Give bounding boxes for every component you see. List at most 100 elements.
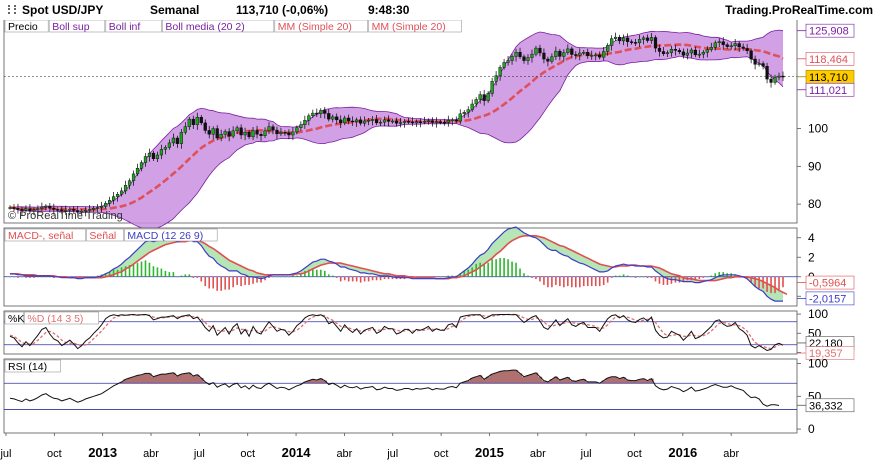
histogram-bar — [156, 267, 159, 277]
histogram-bar — [778, 276, 780, 290]
candle-body — [195, 117, 199, 125]
histogram-bar — [232, 276, 234, 288]
candle-body — [299, 124, 303, 129]
price-legend-entry-2: Boll inf — [109, 21, 141, 33]
histogram-bar — [622, 274, 625, 277]
histogram-bar — [168, 272, 171, 277]
histogram-bar — [184, 274, 187, 277]
candle-body — [697, 53, 701, 56]
candle-body — [633, 42, 638, 44]
candle-body — [777, 75, 781, 78]
candle-body — [558, 50, 562, 57]
histogram-bar — [355, 276, 358, 282]
histogram-bar — [638, 276, 641, 278]
histogram-bar — [220, 276, 222, 291]
candle-body — [430, 120, 434, 123]
header-grip-icon[interactable] — [8, 5, 16, 14]
candle-body — [394, 120, 399, 124]
candle-body — [502, 62, 506, 68]
time-tick-9: oct — [434, 448, 449, 460]
candle-body — [622, 37, 626, 42]
price-legend: Precio Boll sup Boll inf Boll media (20 2) M… — [4, 19, 462, 33]
candle-body — [418, 121, 423, 123]
rsi-y-axis-tick-0: 0 — [808, 422, 815, 436]
price-tag-2-text: 113,710 — [809, 72, 848, 84]
histogram-bar — [208, 276, 211, 289]
candle-body — [685, 52, 689, 56]
time-tick-11: abr — [530, 448, 546, 460]
histogram-bar — [359, 276, 362, 283]
candle-body — [526, 57, 530, 61]
histogram-bar — [654, 276, 657, 282]
histogram-bar — [144, 260, 147, 277]
candle-body — [422, 121, 426, 123]
candle-body — [410, 121, 415, 124]
histogram-bar — [323, 270, 326, 277]
candle-body — [645, 37, 650, 41]
histogram-bar — [272, 276, 274, 278]
candle-body — [562, 52, 566, 57]
candle-body — [741, 46, 745, 49]
time-axis: jul oct 2013 abr jul oct 2014 abr jul oct 2015 abr j… — [0, 433, 739, 460]
histogram-bar — [248, 276, 250, 285]
histogram-bar — [240, 276, 242, 287]
candle-body — [753, 58, 757, 65]
histogram-bar — [29, 276, 31, 278]
histogram-bar — [160, 268, 163, 277]
candle-body — [769, 78, 773, 83]
histogram-bar — [351, 276, 354, 282]
price-legend-entry-1: Boll sup — [52, 21, 90, 33]
candle-body — [462, 112, 466, 115]
candle-body — [211, 128, 215, 135]
candle-body — [203, 122, 207, 131]
candle-body — [454, 119, 458, 122]
candle-body — [610, 38, 614, 46]
candle-body — [279, 132, 283, 135]
candle-body — [319, 110, 323, 115]
candle-body — [725, 44, 729, 47]
histogram-bar — [650, 276, 653, 278]
time-tick-7: abr — [336, 448, 352, 460]
candle-body — [100, 206, 104, 208]
histogram-bar — [646, 276, 649, 278]
candle-body — [657, 47, 662, 52]
candle-body — [618, 36, 622, 42]
histogram-bar — [519, 268, 521, 277]
histogram-bar — [610, 276, 613, 278]
time-tick-4: jul — [193, 448, 205, 460]
histogram-bar — [523, 273, 525, 277]
candle-body — [359, 119, 363, 124]
candle-body — [167, 142, 171, 148]
histogram-bar — [379, 276, 382, 281]
candle-body — [574, 54, 578, 56]
candle-body — [426, 120, 430, 122]
histogram-bar — [45, 276, 47, 278]
time-tick-5: oct — [240, 448, 255, 460]
histogram-bar — [339, 276, 342, 282]
histogram-bar — [33, 276, 35, 278]
histogram-bar — [176, 276, 179, 278]
candle-body — [514, 52, 518, 57]
histogram-bar — [606, 276, 609, 283]
histogram-bar — [582, 276, 585, 287]
candle-body — [709, 47, 713, 50]
candle-body — [223, 131, 227, 135]
histogram-bar — [630, 276, 633, 278]
time-tick-12: jul — [580, 448, 592, 460]
candle-body — [721, 41, 725, 45]
candle-body — [773, 76, 777, 83]
histogram-bar — [658, 276, 661, 284]
candle-body — [135, 168, 140, 175]
price-y-axis: 80 90 100 — [797, 122, 828, 211]
candle-body — [498, 67, 502, 76]
histogram-bar — [196, 276, 199, 278]
candle-body — [749, 50, 753, 60]
macd-y-axis-tick-3: 4 — [808, 231, 815, 245]
rsi-y-axis: 050100 — [797, 357, 828, 436]
histogram-bar — [590, 276, 593, 287]
candle-body — [370, 119, 375, 121]
rsi-legend-entry-0: RSI (14) — [8, 361, 47, 373]
candle-body — [701, 52, 705, 55]
candle-body — [538, 47, 542, 54]
candle-body — [442, 121, 446, 124]
